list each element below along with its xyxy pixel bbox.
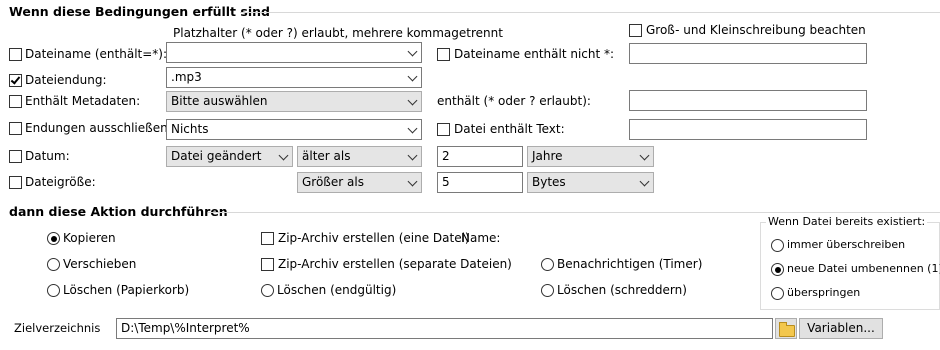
filename-contains-checkbox[interactable] [9, 48, 22, 61]
date-unit-selected: Jahre [532, 149, 563, 163]
size-unit-selected: Bytes [532, 175, 566, 189]
filename-not-contains-label: Dateiname enthält nicht *: [454, 47, 615, 61]
chevron-down-icon [407, 176, 418, 187]
section-divider [240, 12, 940, 13]
action-move-radio[interactable] [47, 258, 60, 271]
exists-overwrite-radio[interactable] [771, 239, 784, 252]
section-divider [208, 212, 940, 213]
metadata-select[interactable]: Bitte auswählen [166, 91, 422, 112]
chevron-down-icon [407, 123, 418, 134]
size-unit-select[interactable]: Bytes [527, 172, 654, 193]
exclude-ext-checkbox[interactable] [9, 122, 22, 135]
action-shred-label: Löschen (schreddern) [557, 283, 687, 297]
action-recycle-label: Löschen (Papierkorb) [63, 283, 190, 297]
chevron-down-icon [407, 71, 418, 82]
action-notify-radio[interactable] [541, 258, 554, 271]
zip-separate-checkbox[interactable] [261, 258, 274, 271]
action-delete-label: Löschen (endgültig) [277, 283, 397, 297]
exclude-ext-combo[interactable]: Nichts [166, 119, 422, 140]
date-kind-select[interactable]: Datei geändert [166, 146, 293, 167]
exists-skip-radio[interactable] [771, 287, 784, 300]
case-sensitive-label: Groß- und Kleinschreibung beachten [646, 23, 866, 37]
zip-one-label: Zip-Archiv erstellen (eine Datei) [278, 231, 470, 245]
variables-button[interactable]: Variablen... [799, 318, 883, 339]
action-delete-radio[interactable] [261, 284, 274, 297]
extension-combo[interactable]: .mp3 [166, 67, 422, 88]
action-recycle-radio[interactable] [47, 284, 60, 297]
zip-one-checkbox[interactable] [261, 232, 274, 245]
action-shred-radio[interactable] [541, 284, 554, 297]
extension-checkbox[interactable] [9, 74, 22, 87]
exists-rename-label: neue Datei umbenennen (1) [787, 262, 940, 275]
target-label: Zielverzeichnis [14, 321, 101, 335]
conditions-title: Wenn diese Bedingungen erfüllt sind [9, 4, 270, 19]
size-label: Dateigröße: [25, 175, 96, 189]
chevron-down-icon [407, 46, 418, 57]
size-comparison-select[interactable]: Größer als [297, 172, 422, 193]
filename-contains-label: Dateiname (enthält=*): [25, 47, 168, 61]
date-kind-selected: Datei geändert [171, 149, 262, 163]
date-unit-select[interactable]: Jahre [527, 146, 654, 167]
browse-folder-button[interactable] [775, 318, 797, 339]
date-comparison-select[interactable]: älter als [297, 146, 422, 167]
size-amount-input[interactable]: 5 [437, 172, 523, 193]
case-sensitive-checkbox[interactable] [629, 24, 642, 37]
action-copy-radio[interactable] [47, 232, 60, 245]
date-comparison-selected: älter als [302, 149, 351, 163]
file-contains-text-label: Datei enthält Text: [454, 122, 565, 136]
filename-not-contains-checkbox[interactable] [437, 48, 450, 61]
chevron-down-icon [278, 150, 289, 161]
metadata-checkbox[interactable] [9, 95, 22, 108]
exists-skip-label: überspringen [787, 286, 861, 299]
action-copy-label: Kopieren [63, 231, 116, 245]
folder-icon [779, 322, 795, 337]
size-comparison-selected: Größer als [302, 175, 364, 189]
extension-label: Dateiendung: [25, 73, 107, 87]
exclude-ext-label: Endungen ausschließen: [25, 121, 172, 135]
zip-separate-label: Zip-Archiv erstellen (separate Dateien) [278, 257, 512, 271]
action-notify-label: Benachrichtigen (Timer) [557, 257, 703, 271]
metadata-selected: Bitte auswählen [171, 94, 268, 108]
target-input[interactable]: D:\Temp\%Interpret% [116, 318, 773, 339]
chevron-down-icon [639, 150, 650, 161]
chevron-down-icon [407, 95, 418, 106]
file-contains-text-checkbox[interactable] [437, 123, 450, 136]
date-checkbox[interactable] [9, 150, 22, 163]
date-label: Datum: [25, 149, 70, 163]
exists-rename-radio[interactable] [771, 263, 784, 276]
actions-title: dann diese Aktion durchführen [9, 204, 228, 219]
chevron-down-icon [639, 176, 650, 187]
file-exists-title: Wenn Datei bereits existiert: [766, 215, 928, 228]
filename-contains-combo[interactable] [166, 42, 422, 63]
size-checkbox[interactable] [9, 176, 22, 189]
metadata-label: Enthält Metadaten: [25, 94, 141, 108]
action-move-label: Verschieben [63, 257, 137, 271]
exists-overwrite-label: immer überschreiben [787, 238, 906, 251]
metadata-contains-label: enthält (* oder ? erlaubt): [437, 94, 591, 108]
metadata-contains-input[interactable] [629, 90, 867, 111]
chevron-down-icon [407, 150, 418, 161]
date-amount-input[interactable]: 2 [437, 146, 523, 167]
extension-value: .mp3 [171, 70, 202, 84]
file-contains-text-input[interactable] [629, 119, 867, 140]
placeholder-hint: Platzhalter (* oder ?) erlaubt, mehrere … [173, 26, 503, 40]
exclude-ext-selected: Nichts [171, 122, 209, 136]
zip-name-label: Name: [461, 231, 501, 245]
filename-not-contains-input[interactable] [629, 43, 867, 64]
